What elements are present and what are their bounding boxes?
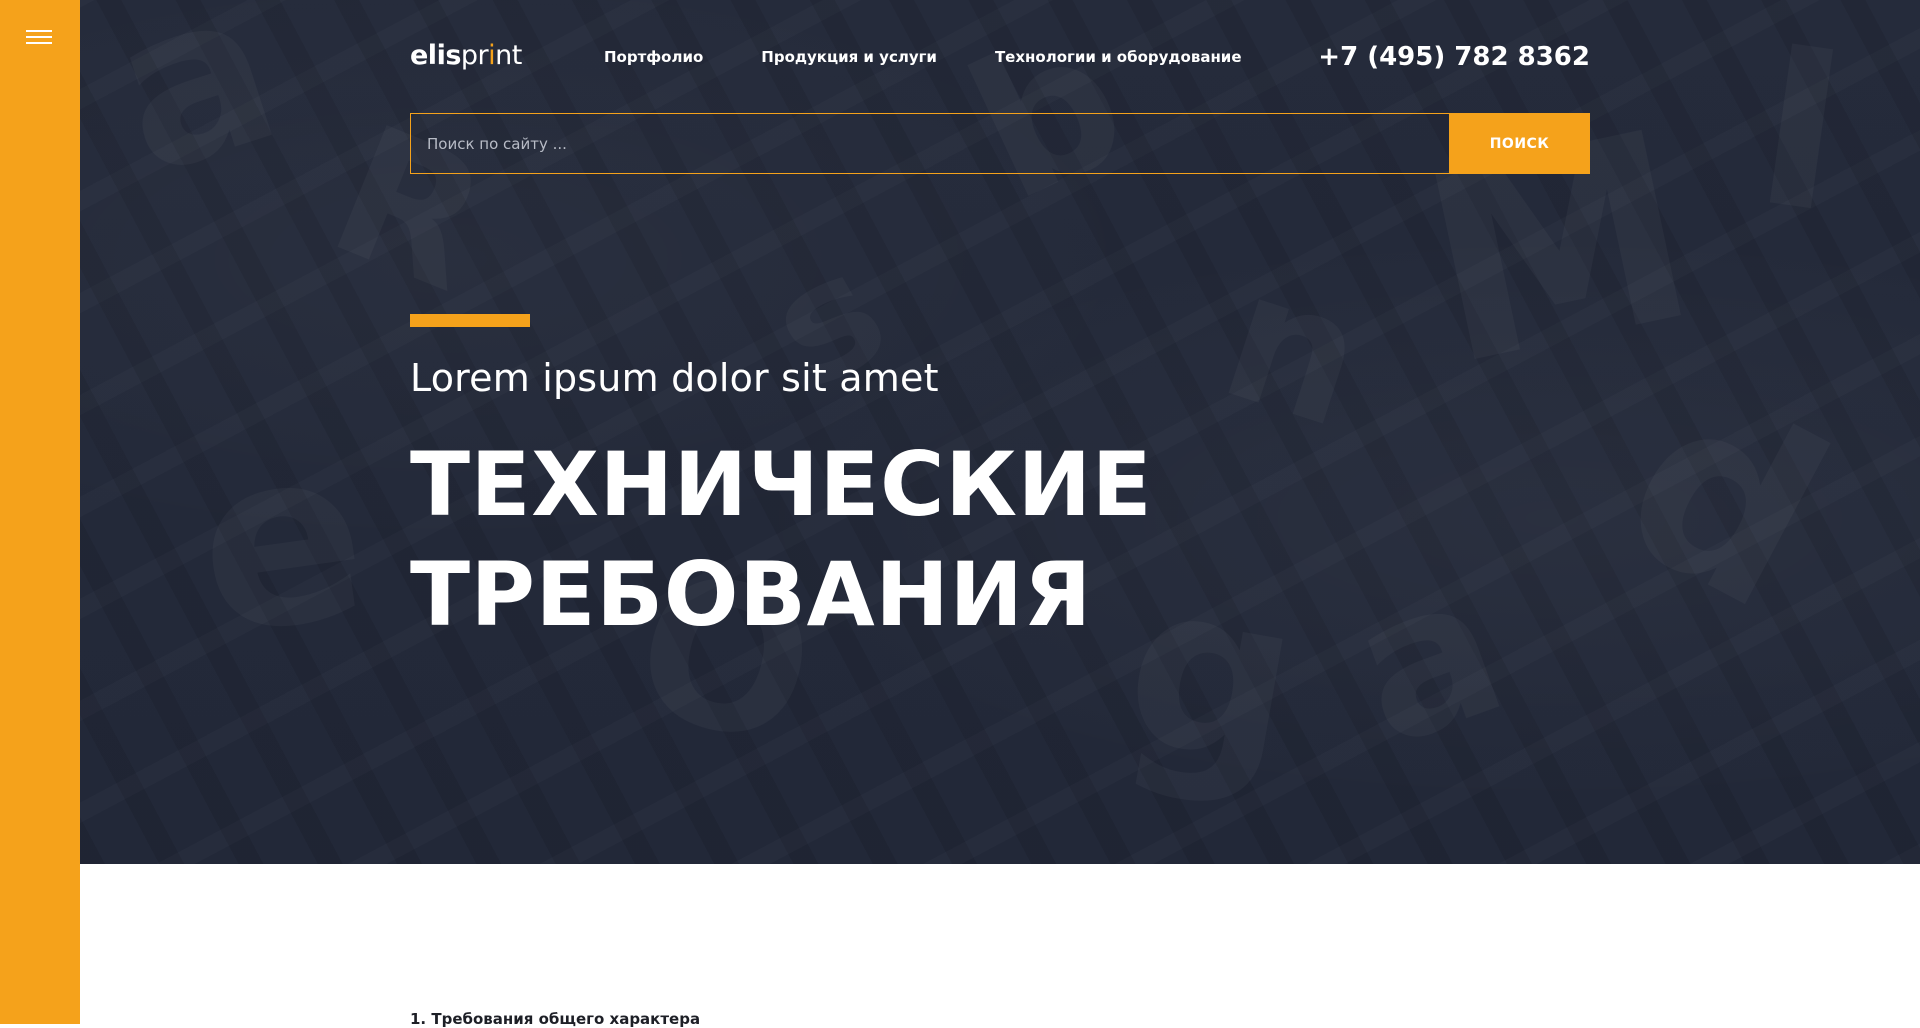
page-title-line: ТЕХНИЧЕСКИЕ bbox=[410, 433, 1153, 536]
content-area: 1. Требования общего характера bbox=[80, 864, 1920, 1028]
menu-line bbox=[26, 30, 52, 32]
main-nav: Портфолио Продукция и услуги Технологии … bbox=[604, 48, 1300, 66]
hero-subtitle: Lorem ipsum dolor sit amet bbox=[410, 356, 939, 400]
logo-text-part: pr bbox=[460, 40, 489, 71]
menu-line bbox=[26, 42, 52, 44]
site-header: elisprint Портфолио Продукция и услуги Т… bbox=[410, 38, 1590, 78]
sidebar bbox=[0, 0, 80, 1024]
nav-link-products-services[interactable]: Продукция и услуги bbox=[761, 48, 937, 66]
menu-line bbox=[26, 36, 52, 38]
hamburger-menu-icon[interactable] bbox=[23, 26, 55, 50]
site-logo[interactable]: elisprint bbox=[410, 40, 522, 71]
nav-link-technologies-equipment[interactable]: Технологии и оборудование bbox=[995, 48, 1242, 66]
page-title-line: ТРЕБОВАНИЯ bbox=[410, 543, 1092, 646]
nav-link-portfolio[interactable]: Портфолио bbox=[604, 48, 703, 66]
search-input[interactable] bbox=[410, 113, 1449, 174]
page-title: ТЕХНИЧЕСКИЕ ТРЕБОВАНИЯ bbox=[410, 430, 1410, 650]
search-form: ПОИСК bbox=[410, 113, 1590, 174]
section-heading: 1. Требования общего характера bbox=[410, 1010, 701, 1028]
logo-text-part: elis bbox=[410, 40, 461, 71]
logo-text-part: nt bbox=[495, 40, 522, 71]
search-button[interactable]: ПОИСК bbox=[1449, 113, 1590, 174]
accent-bar bbox=[410, 314, 530, 327]
phone-number-link[interactable]: +7 (495) 782 8362 bbox=[1318, 42, 1590, 72]
